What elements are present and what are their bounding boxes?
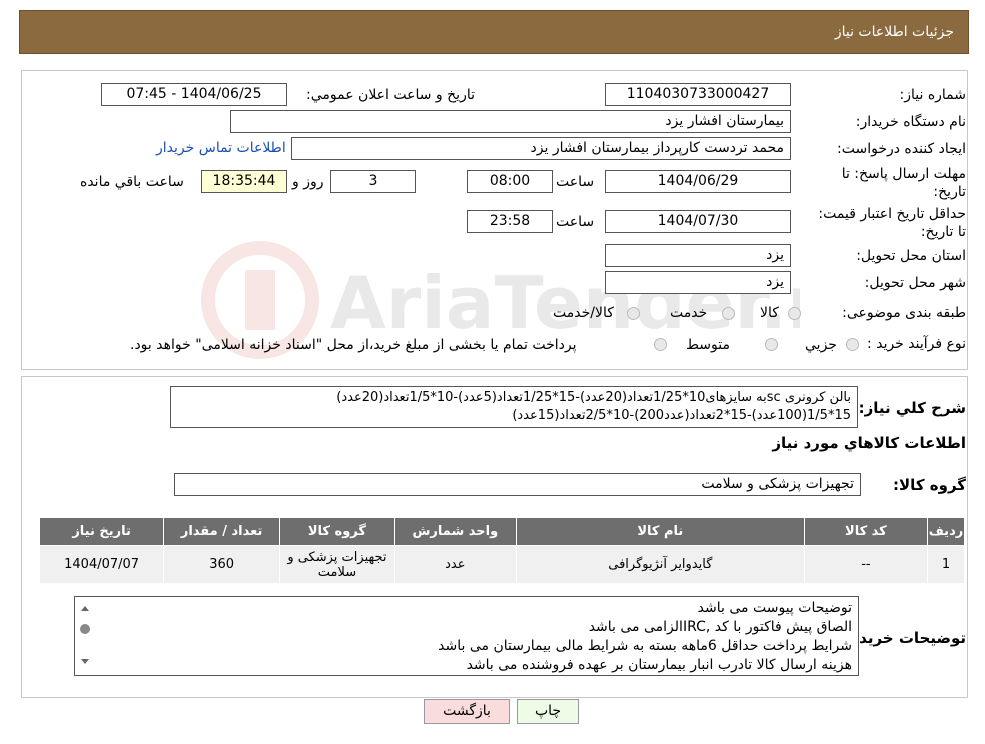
col-quantity: تعداد / مقدار: [163, 517, 281, 546]
scroll-thumb-icon: [80, 624, 90, 634]
category-option-service: خدمت: [670, 305, 708, 321]
deadline-date-field: 1404/06/29: [605, 170, 791, 193]
back-button[interactable]: بازگشت: [424, 699, 510, 724]
page-header: جزئیات اطلاعات نیاز: [19, 10, 969, 54]
creator-label: ايجاد کننده درخواست:: [837, 141, 966, 157]
category-radio-goods[interactable]: [788, 307, 801, 320]
days-field: 3: [330, 170, 416, 193]
buyer-note-line: الصاق پیش فاکتور با کد ,IRCالزامی می باش…: [588, 619, 852, 635]
buyer-org-label: نام دستگاه خريدار:: [855, 114, 966, 130]
cell-quantity: 360: [163, 545, 281, 584]
contact-buyer-link[interactable]: اطلاعات تماس خريدار: [156, 140, 286, 156]
col-group: گروه کالا: [279, 517, 395, 546]
scroll-down-icon: [81, 659, 89, 664]
purchase-note: پرداخت تمام یا بخشی از مبلغ خرید،از محل …: [130, 337, 577, 353]
col-code: کد کالا: [803, 517, 928, 546]
validity-date-field: 1404/07/30: [605, 210, 791, 233]
buyer-note-line: توضیحات پیوست می باشد: [697, 600, 852, 616]
cell-group: تجهیزات پزشکی و سلامت: [279, 545, 395, 584]
col-unit: واحد شمارش: [393, 517, 517, 546]
announce-label: تاریخ و ساعت اعلان عمومي:: [306, 87, 475, 103]
cell-unit: عدد: [393, 545, 517, 584]
province-label: استان محل تحويل:: [856, 248, 966, 264]
group-field: تجهیزات پزشکی و سلامت: [174, 473, 861, 496]
validity-time-field: 23:58: [467, 210, 553, 233]
cell-code: --: [803, 545, 928, 584]
purchase-option-medium: متوسط: [686, 337, 730, 353]
province-field: یزد: [605, 244, 791, 267]
items-table-header: رديف کد کالا نام کالا واحد شمارش گروه کا…: [38, 517, 966, 546]
purchase-type-label: نوع فرآيند خريد :: [867, 336, 966, 352]
category-radio-goods-service[interactable]: [627, 307, 640, 320]
validity-time-label: ساعت: [556, 214, 595, 230]
buyer-note-line: هزینه ارسال کالا تادرب انبار بیمارستان ب…: [466, 657, 852, 673]
announce-field: 1404/06/25 - 07:45: [101, 83, 287, 106]
category-option-goods-service: کالا/خدمت: [553, 305, 614, 321]
cell-need-date: 1404/07/07: [38, 545, 165, 584]
city-field: یزد: [605, 271, 791, 294]
purchase-radio-medium[interactable]: [765, 338, 778, 351]
deadline-label: مهلت ارسال پاسخ: تا تاریخ:: [841, 166, 966, 200]
items-table: رديف کد کالا نام کالا واحد شمارش گروه کا…: [38, 517, 966, 584]
city-label: شهر محل تحويل:: [864, 275, 966, 291]
table-row: 1 -- گایدوایر آنژیوگرافی عدد تجهیزات پزش…: [38, 545, 966, 584]
scroll-up-icon: [81, 606, 89, 611]
buyer-notes-field[interactable]: توضیحات پیوست می باشد الصاق پیش فاکتور ب…: [74, 596, 859, 676]
buyer-org-field: بیمارستان افشار یزد: [230, 110, 791, 133]
need-number-label: شماره نیاز:: [899, 87, 967, 103]
col-need-date: تاريخ نياز: [38, 517, 165, 546]
buyer-note-line: شرایط پرداخت حداقل 6ماهه بسته به شرایط م…: [438, 638, 852, 654]
summary-line-2: 15*1/5(100عدد)-15*2تعداد(عدد200)-10*2/5ت…: [512, 408, 851, 423]
category-label: طبقه بندی موضوعی:: [842, 305, 966, 321]
summary-label: شرح کلي نياز:: [858, 399, 966, 417]
purchase-radio-minor[interactable]: [846, 338, 859, 351]
purchase-option-minor: جزيي: [805, 337, 837, 353]
print-button[interactable]: چاپ: [517, 699, 579, 724]
remaining-label: ساعت باقي مانده: [80, 174, 184, 190]
deadline-time-field: 08:00: [467, 170, 553, 193]
treasury-checkbox[interactable]: [654, 338, 667, 351]
days-label: روز و: [292, 174, 324, 190]
cell-name: گایدوایر آنژیوگرافی: [515, 545, 805, 584]
summary-field: بالن کرونری scبه سایزهای10*1/25تعداد(20ع…: [170, 386, 858, 428]
summary-line-1: بالن کرونری scبه سایزهای10*1/25تعداد(20ع…: [336, 390, 851, 405]
validity-label: حداقل تاريخ اعتبار قيمت: تا تاریخ:: [818, 206, 966, 240]
category-option-goods: کالا: [760, 305, 779, 321]
creator-field: محمد تردست کارپرداز بیمارستان افشار یزد: [291, 137, 791, 160]
col-row: رديف: [926, 517, 966, 546]
cell-row: 1: [926, 545, 966, 584]
notes-scrollbar[interactable]: [75, 597, 95, 675]
group-label: گروه کالا:: [893, 476, 966, 494]
need-number-field: 1104030733000427: [605, 83, 791, 106]
col-name: نام کالا: [515, 517, 805, 546]
items-section-title: اطلاعات کالاهاي مورد نياز: [772, 434, 966, 452]
remaining-time-field: 18:35:44: [201, 170, 287, 193]
page-title: جزئیات اطلاعات نیاز: [834, 24, 954, 40]
deadline-time-label: ساعت: [556, 174, 595, 190]
category-radio-service[interactable]: [722, 307, 735, 320]
